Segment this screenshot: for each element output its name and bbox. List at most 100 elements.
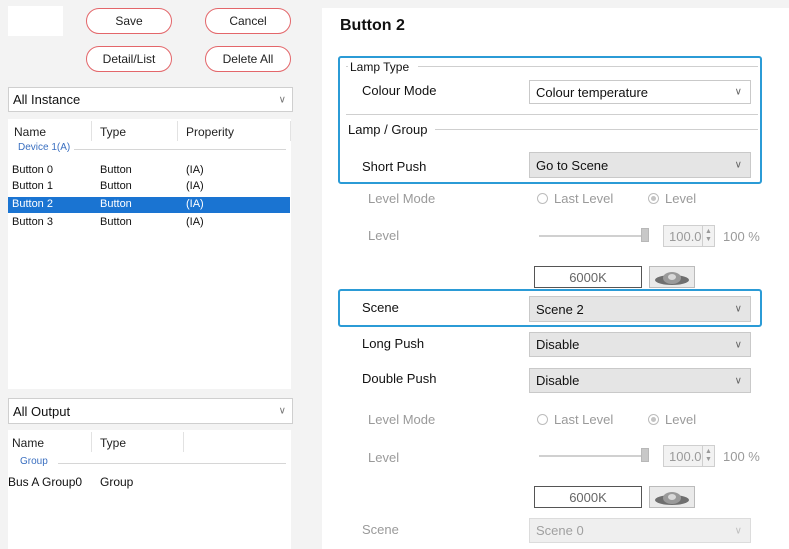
row-type: Button: [100, 164, 132, 176]
last-level-label: Last Level: [554, 191, 614, 206]
row-type: Group: [100, 475, 134, 489]
scene-label: Scene: [362, 522, 399, 537]
instance-filter-value: All Instance: [13, 92, 81, 107]
level-spinbox[interactable]: 100.0 ▲ ▼: [663, 445, 715, 467]
scene-value: Scene 2: [536, 301, 584, 317]
header-type: Type: [100, 436, 127, 450]
row-property: (IA): [186, 216, 204, 228]
last-level-label: Last Level: [554, 412, 614, 427]
level-radio[interactable]: Level: [648, 412, 696, 427]
slider-thumb[interactable]: [641, 448, 649, 462]
chevron-down-icon: ∨: [734, 86, 742, 98]
fieldset-line: [346, 114, 758, 115]
colour-picker-button[interactable]: [649, 266, 695, 288]
last-level-radio[interactable]: Last Level: [537, 412, 613, 427]
header-property: Properity: [186, 125, 235, 139]
column-divider: [183, 432, 184, 452]
scene-value: Scene 0: [536, 523, 584, 538]
chevron-down-icon: ∨: [734, 303, 742, 315]
colour-mode-select[interactable]: Colour temperature ∨: [529, 80, 751, 104]
blank-field: [8, 6, 63, 36]
double-push-value: Disable: [536, 373, 580, 388]
group-label-device: Device 1(A): [18, 142, 71, 153]
page-title: Button 2: [340, 17, 405, 34]
chevron-down-icon: ∨: [734, 375, 742, 386]
lamp-icon: [655, 492, 689, 505]
group-divider: [58, 463, 286, 464]
lamp-type-legend: Lamp Type: [350, 60, 410, 74]
level-label: Level: [368, 450, 400, 465]
level-percent: 100 %: [723, 229, 760, 244]
lamp-icon: [655, 272, 689, 285]
level-slider[interactable]: [539, 235, 647, 237]
radio-circle-icon: [537, 193, 548, 204]
fieldset-line: [418, 66, 758, 67]
level-option-label: Level: [665, 412, 697, 427]
row-property: (IA): [186, 164, 204, 176]
row-type: Button: [100, 180, 132, 192]
fieldset-line: [435, 129, 758, 130]
last-level-radio[interactable]: Last Level: [537, 191, 613, 206]
radio-selected-icon: [648, 193, 659, 204]
header-name: Name: [14, 125, 47, 139]
long-push-label: Long Push: [362, 336, 425, 351]
row-name: Button 0: [12, 164, 53, 176]
level-label: Level: [368, 228, 400, 243]
instance-table: Name Type Properity Device 1(A): [8, 119, 291, 389]
level-value: 100.0: [669, 448, 702, 464]
row-type: Button: [100, 216, 132, 228]
row-name: Button 2: [12, 198, 53, 210]
group-divider: [74, 149, 286, 150]
chevron-down-icon: ∨: [734, 159, 742, 171]
short-push-label: Short Push: [362, 159, 427, 174]
level-value: 100.0: [669, 228, 702, 244]
colour-mode-value: Colour temperature: [536, 84, 648, 100]
column-divider: [177, 121, 178, 141]
long-push-select[interactable]: Disable ∨: [529, 332, 751, 357]
short-push-value: Go to Scene: [536, 157, 609, 173]
delete-all-button[interactable]: Delete All: [205, 46, 291, 72]
table-row[interactable]: Button 1 Button (IA): [8, 179, 290, 195]
chevron-down-icon: ∨: [278, 94, 286, 105]
level-mode-label: Level Mode: [368, 191, 436, 206]
chevron-down-icon: ∨: [734, 339, 742, 350]
level-slider[interactable]: [539, 455, 647, 457]
colour-mode-label: Colour Mode: [362, 83, 437, 98]
header-name: Name: [12, 436, 45, 450]
output-filter-select[interactable]: All Output ∨: [8, 398, 293, 424]
lamp-group-legend: Lamp / Group: [348, 122, 428, 137]
scene-select[interactable]: Scene 2 ∨: [529, 296, 751, 322]
double-push-select[interactable]: Disable ∨: [529, 368, 751, 393]
table-row-selected[interactable]: Button 2 Button (IA): [8, 197, 290, 213]
table-row[interactable]: Button 3 Button (IA): [8, 215, 290, 231]
save-button[interactable]: Save: [86, 8, 172, 34]
table-row[interactable]: Button 0 Button (IA): [8, 163, 290, 179]
scene-select-disabled[interactable]: Scene 0 ∨: [529, 518, 751, 543]
level-spinbox[interactable]: 100.0 ▲ ▼: [663, 225, 715, 247]
double-push-label: Double Push: [362, 371, 437, 386]
level-mode-label: Level Mode: [368, 412, 436, 427]
row-name: Bus A Group0: [8, 475, 83, 489]
scene-label: Scene: [362, 300, 399, 315]
colour-temperature-field[interactable]: 6000K: [534, 486, 642, 508]
level-radio[interactable]: Level: [648, 191, 696, 206]
cancel-button[interactable]: Cancel: [205, 8, 291, 34]
radio-selected-icon: [648, 414, 659, 425]
left-panel: Save Cancel Detail/List Delete All All I…: [0, 0, 293, 549]
fieldset-line: [346, 66, 348, 67]
short-push-select[interactable]: Go to Scene ∨: [529, 152, 751, 178]
detail-list-button[interactable]: Detail/List: [86, 46, 172, 72]
slider-thumb[interactable]: [641, 228, 649, 242]
table-row[interactable]: Bus A Group0 Group: [8, 474, 290, 490]
chevron-down-icon: ∨: [278, 405, 286, 417]
level-percent: 100 %: [723, 449, 760, 464]
instance-filter-select[interactable]: All Instance ∨: [8, 87, 293, 112]
colour-temperature-field[interactable]: 6000K: [534, 266, 642, 288]
level-option-label: Level: [665, 191, 697, 206]
colour-picker-button[interactable]: [649, 486, 695, 508]
row-name: Button 3: [12, 216, 53, 228]
column-divider: [91, 121, 92, 141]
spin-arrows-icon[interactable]: ▲ ▼: [702, 446, 714, 466]
spin-arrows-icon[interactable]: ▲ ▼: [702, 226, 714, 246]
detail-panel: Button 2 Lamp Type Colour Mode Colour te…: [322, 8, 789, 549]
